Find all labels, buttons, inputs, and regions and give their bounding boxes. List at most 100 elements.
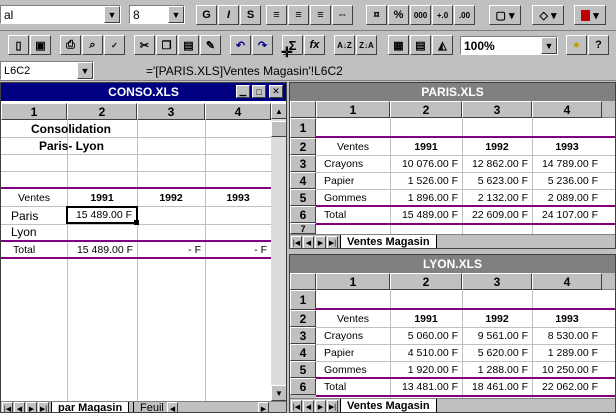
- currency-icon[interactable]: ¤: [366, 5, 387, 25]
- lyon-prev-sheet-icon[interactable]: ◀: [303, 400, 314, 412]
- paris-col-4[interactable]: 4: [532, 101, 602, 118]
- formula-input[interactable]: ='[PARIS.XLS]Ventes Magasin'!L6C2: [146, 62, 616, 79]
- borders-icon[interactable]: ▢ ▾: [489, 5, 521, 25]
- sort-ascending-icon[interactable]: A↓Z: [334, 35, 355, 55]
- fill-handle[interactable]: [134, 220, 139, 225]
- lyon-gommes-1991[interactable]: 1 920.00 F: [390, 361, 462, 378]
- lyon-year-1993[interactable]: 1993: [532, 311, 602, 327]
- paris-crayons-label[interactable]: Crayons: [320, 155, 363, 172]
- tip-wizard-icon[interactable]: ●: [566, 35, 587, 55]
- lyon-row-label[interactable]: Lyon: [7, 224, 37, 240]
- align-center-icon[interactable]: ≡: [288, 5, 309, 25]
- size-dropdown-arrow-icon[interactable]: ▼: [168, 6, 184, 23]
- lyon-title-bar[interactable]: LYON.XLS: [290, 255, 615, 273]
- paris-next-sheet-icon[interactable]: ▶: [315, 236, 326, 248]
- lyon-col-1[interactable]: 1: [316, 273, 390, 290]
- paris-col-1[interactable]: 1: [316, 101, 390, 118]
- lyon-first-sheet-icon[interactable]: |◀: [291, 400, 302, 412]
- paris-row-5[interactable]: 5: [290, 189, 316, 206]
- lyon-row-6[interactable]: 6: [290, 378, 316, 395]
- prev-sheet-icon[interactable]: ◀: [14, 402, 25, 412]
- name-box-dropdown-icon[interactable]: ▼: [77, 62, 93, 79]
- select-all-corner[interactable]: [290, 101, 316, 118]
- lyon-gommes-1992[interactable]: 1 288.00 F: [462, 361, 532, 378]
- print-preview-icon[interactable]: ⌕: [82, 35, 103, 55]
- scroll-down-icon[interactable]: ▼: [271, 385, 286, 401]
- paris-gommes-1991[interactable]: 1 896.00 F: [390, 189, 462, 206]
- column-header-4[interactable]: 4: [205, 103, 271, 120]
- total-row-label[interactable]: Total: [9, 242, 35, 257]
- paris-row-3[interactable]: 3: [290, 155, 316, 172]
- chart-wizard-icon[interactable]: ▦: [388, 35, 409, 55]
- scroll-thumb[interactable]: [271, 121, 286, 137]
- lyon-crayons-1992[interactable]: 9 561.00 F: [462, 327, 532, 344]
- year-1993[interactable]: 1993: [205, 190, 271, 206]
- paris-crayons-1991[interactable]: 10 076.00 F: [390, 155, 462, 172]
- year-1991[interactable]: 1991: [67, 190, 137, 206]
- lyon-crayons-1991[interactable]: 5 060.00 F: [390, 327, 462, 344]
- ventes-label[interactable]: Ventes: [1, 190, 67, 206]
- lyon-total-1992[interactable]: 18 461.00 F: [462, 379, 532, 395]
- column-header-1[interactable]: 1: [1, 103, 67, 120]
- paris-crayons-1992[interactable]: 12 862.00 F: [462, 155, 532, 172]
- percent-button[interactable]: %: [388, 5, 409, 25]
- minimize-icon[interactable]: ▁: [236, 85, 250, 98]
- total-1991[interactable]: 15 489.00 F: [67, 242, 137, 257]
- close-icon[interactable]: ✕: [269, 85, 283, 98]
- paris-prev-sheet-icon[interactable]: ◀: [303, 236, 314, 248]
- lyon-papier-label[interactable]: Papier: [320, 344, 354, 361]
- column-header-3[interactable]: 3: [137, 103, 205, 120]
- format-painter-icon[interactable]: ✎: [200, 35, 221, 55]
- text-box-icon[interactable]: ▤: [410, 35, 431, 55]
- scroll-up-icon[interactable]: ▲: [271, 103, 286, 119]
- lyon-year-1991[interactable]: 1991: [390, 311, 462, 327]
- lyon-row-5[interactable]: 5: [290, 361, 316, 378]
- lyon-row-2[interactable]: 2: [290, 310, 316, 327]
- lyon-col-3[interactable]: 3: [462, 273, 532, 290]
- print-icon[interactable]: ⎙: [60, 35, 81, 55]
- lyon-ventes-label[interactable]: Ventes: [316, 311, 390, 327]
- total-1993[interactable]: - F: [205, 242, 271, 257]
- name-box[interactable]: L6C2 ▼: [0, 61, 94, 80]
- zoom-combo[interactable]: 100% ▼: [460, 36, 558, 55]
- paris-papier-label[interactable]: Papier: [320, 172, 354, 189]
- tab-par-magasin[interactable]: par Magasin: [51, 402, 130, 412]
- redo-icon[interactable]: ↷: [252, 35, 273, 55]
- lyon-total-1991[interactable]: 13 481.00 F: [390, 379, 462, 395]
- paris-row-2[interactable]: 2: [290, 138, 316, 155]
- hscroll-right-icon[interactable]: ▶: [258, 402, 269, 412]
- new-file-icon[interactable]: ▯: [8, 35, 29, 55]
- paris-lyon-heading[interactable]: Paris- Lyon: [39, 137, 104, 154]
- lyon-crayons-1993[interactable]: 8 530.00 F: [532, 327, 602, 344]
- last-sheet-icon[interactable]: ▶|: [38, 402, 49, 412]
- bold-button[interactable]: G: [196, 5, 217, 25]
- save-icon[interactable]: ▣: [30, 35, 51, 55]
- paris-year-1993[interactable]: 1993: [532, 139, 602, 155]
- vertical-scrollbar[interactable]: ▲ ▼: [271, 103, 286, 401]
- paris-year-1992[interactable]: 1992: [462, 139, 532, 155]
- font-name-combo[interactable]: al ▼: [0, 5, 121, 24]
- paris-total-1991[interactable]: 15 489.00 F: [390, 207, 462, 223]
- paste-icon[interactable]: ▤: [178, 35, 199, 55]
- paris-crayons-1993[interactable]: 14 789.00 F: [532, 155, 602, 172]
- copy-icon[interactable]: ❐: [156, 35, 177, 55]
- consolidation-heading[interactable]: Consolidation: [31, 120, 111, 137]
- paris-row-label[interactable]: Paris: [7, 207, 38, 224]
- paris-row-4[interactable]: 4: [290, 172, 316, 189]
- active-cell[interactable]: 15 489.00 F: [66, 206, 138, 224]
- total-1992[interactable]: - F: [137, 242, 205, 257]
- paris-tab-ventes-magasin[interactable]: Ventes Magasin: [340, 235, 437, 248]
- next-sheet-icon[interactable]: ▶: [26, 402, 37, 412]
- paris-title-bar[interactable]: PARIS.XLS: [290, 83, 615, 101]
- column-header-2[interactable]: 2: [67, 103, 137, 120]
- tab-feuil[interactable]: Feuil: [133, 402, 171, 412]
- thousands-button[interactable]: 000: [410, 5, 431, 25]
- lyon-total-1993[interactable]: 22 062.00 F: [532, 379, 602, 395]
- lyon-row-1[interactable]: 1: [290, 290, 316, 310]
- paris-col-3[interactable]: 3: [462, 101, 532, 118]
- paris-papier-1992[interactable]: 5 623.00 F: [462, 172, 532, 189]
- year-1992[interactable]: 1992: [137, 190, 205, 206]
- lyon-gommes-label[interactable]: Gommes: [320, 361, 367, 378]
- paris-total-1992[interactable]: 22 609.00 F: [462, 207, 532, 223]
- font-color-icon[interactable]: ▾: [574, 5, 606, 25]
